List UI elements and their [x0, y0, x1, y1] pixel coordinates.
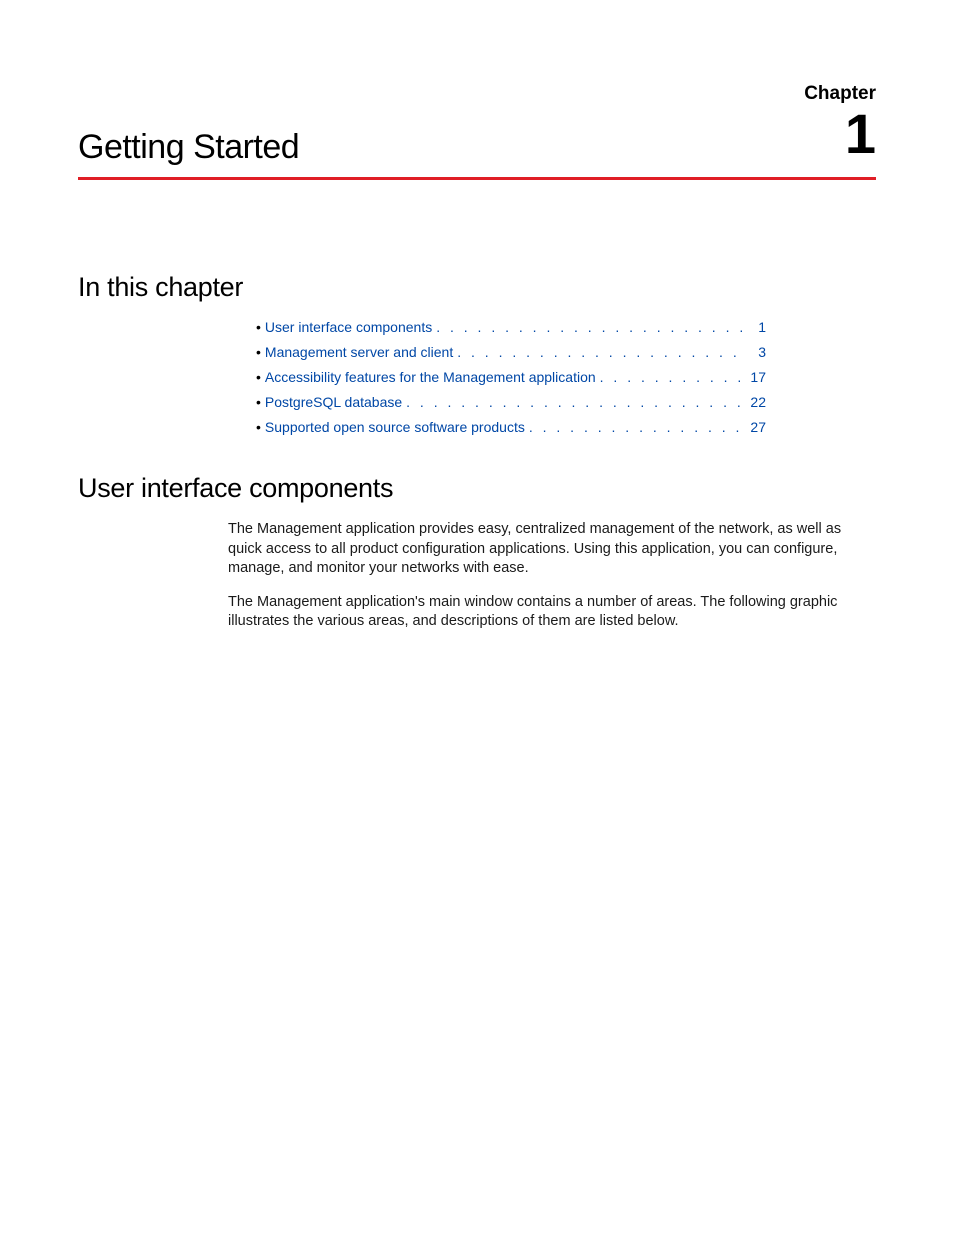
toc-link[interactable]: Accessibility features for the Managemen…: [265, 369, 596, 385]
toc-page-number[interactable]: 22: [744, 394, 766, 410]
toc-page-number[interactable]: 3: [744, 344, 766, 360]
paragraph: The Management application provides easy…: [228, 520, 876, 579]
toc-page-number[interactable]: 17: [744, 369, 766, 385]
bullet-icon: •: [256, 319, 261, 335]
toc-item: • User interface components 1: [256, 319, 766, 335]
toc-list: • User interface components 1 • Manageme…: [256, 319, 766, 435]
bullet-icon: •: [256, 344, 261, 360]
toc-link[interactable]: User interface components: [265, 319, 432, 335]
toc-leader-dots: [525, 419, 744, 435]
section-heading-user-interface-components: User interface components: [78, 473, 876, 504]
toc-item: • Management server and client 3: [256, 344, 766, 360]
toc-page-number[interactable]: 27: [744, 419, 766, 435]
bullet-icon: •: [256, 394, 261, 410]
toc-link[interactable]: PostgreSQL database: [265, 394, 402, 410]
paragraph: The Management application's main window…: [228, 593, 876, 632]
toc-page-number[interactable]: 1: [744, 319, 766, 335]
toc-link[interactable]: Management server and client: [265, 344, 453, 360]
chapter-header: Chapter 1 Getting Started: [78, 84, 876, 180]
chapter-number: 1: [845, 106, 876, 162]
chapter-title: Getting Started: [78, 84, 876, 177]
toc-leader-dots: [596, 369, 744, 385]
toc-leader-dots: [453, 344, 744, 360]
bullet-icon: •: [256, 369, 261, 385]
section-heading-in-this-chapter: In this chapter: [78, 272, 876, 303]
body-text-block: The Management application provides easy…: [228, 520, 876, 632]
toc-item: • Supported open source software product…: [256, 419, 766, 435]
toc-link[interactable]: Supported open source software products: [265, 419, 525, 435]
toc-leader-dots: [402, 394, 744, 410]
page: Chapter 1 Getting Started In this chapte…: [0, 0, 954, 632]
toc-item: • PostgreSQL database 22: [256, 394, 766, 410]
toc-item: • Accessibility features for the Managem…: [256, 369, 766, 385]
chapter-rule: [78, 177, 876, 180]
chapter-label: Chapter: [804, 84, 876, 103]
toc-leader-dots: [432, 319, 744, 335]
bullet-icon: •: [256, 419, 261, 435]
